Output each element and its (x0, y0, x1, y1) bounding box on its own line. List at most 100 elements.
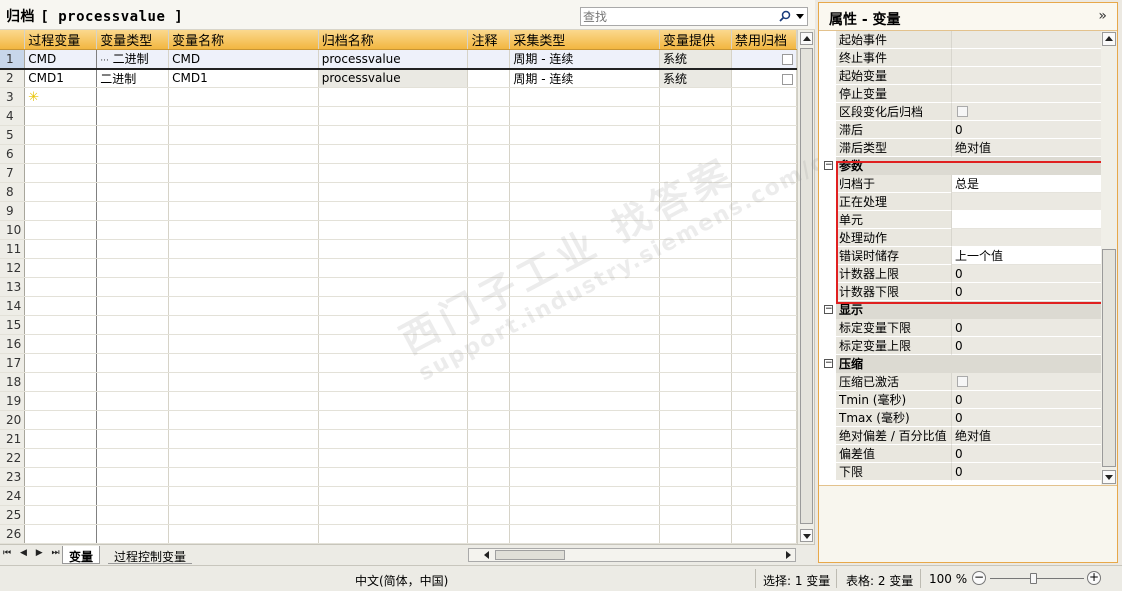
tab-nav-buttons[interactable]: ⏮ ◀ ▶ ⏭ (3, 548, 63, 558)
grid-cell[interactable] (168, 353, 319, 373)
property-row[interactable]: 终止事件 (819, 49, 1101, 67)
grid-cell[interactable] (659, 524, 732, 544)
disable-archive-checkbox[interactable] (782, 73, 793, 85)
table-row[interactable]: 13 (0, 277, 797, 297)
grid-cell[interactable] (659, 277, 732, 297)
cell-comment[interactable] (467, 68, 511, 88)
cell-var-type[interactable]: ··· 二进制 (96, 49, 170, 70)
grid-cell[interactable] (509, 410, 661, 430)
property-value[interactable]: 绝对值 (951, 139, 1101, 157)
property-row[interactable]: 正在处理 (819, 193, 1101, 211)
grid-cell[interactable] (509, 353, 661, 373)
collapse-icon[interactable]: − (824, 359, 833, 368)
grid-cell[interactable] (467, 106, 511, 126)
grid-cell[interactable] (659, 505, 732, 525)
grid-cell[interactable] (318, 448, 469, 468)
grid-cell[interactable] (731, 410, 797, 430)
tab-process-control-variables[interactable]: 过程控制变量 (108, 546, 193, 564)
grid-cell[interactable] (96, 372, 170, 392)
property-value[interactable]: 0 (951, 337, 1101, 355)
grid-cell[interactable] (731, 486, 797, 506)
row-number[interactable]: 17 (0, 353, 26, 373)
table-row[interactable]: 22 (0, 448, 797, 468)
grid-cell[interactable] (659, 486, 732, 506)
grid-cell[interactable] (731, 163, 797, 183)
grid-cell[interactable] (24, 296, 98, 316)
search-icon[interactable] (779, 10, 791, 22)
column-header[interactable]: 变量名称 (168, 30, 319, 50)
grid-cell[interactable] (659, 391, 732, 411)
table-row[interactable]: 21 (0, 429, 797, 449)
grid-cell[interactable] (24, 144, 98, 164)
table-row[interactable]: 6 (0, 144, 797, 164)
grid-cell[interactable] (168, 486, 319, 506)
grid-cell[interactable] (467, 334, 511, 354)
grid-cell[interactable] (24, 277, 98, 297)
grid-cell[interactable] (96, 144, 170, 164)
cell-provider[interactable]: 系统 (659, 49, 732, 70)
grid-cell[interactable] (318, 391, 469, 411)
grid-cell[interactable] (731, 334, 797, 354)
grid-cell[interactable] (168, 144, 319, 164)
table-row[interactable]: 4 (0, 106, 797, 126)
grid-cell[interactable] (659, 353, 732, 373)
property-value[interactable] (951, 103, 1101, 121)
row-number[interactable]: 16 (0, 334, 26, 354)
grid-cell[interactable] (659, 125, 732, 145)
grid-cell[interactable] (24, 391, 98, 411)
row-number[interactable]: 22 (0, 448, 26, 468)
table-row[interactable]: 24 (0, 486, 797, 506)
property-row[interactable]: 滞后 0 (819, 121, 1101, 139)
grid-cell[interactable] (731, 106, 797, 126)
grid-cell[interactable] (659, 182, 732, 202)
grid-cell[interactable] (168, 277, 319, 297)
property-value[interactable] (951, 49, 1101, 67)
scroll-down-button[interactable] (1102, 470, 1116, 484)
grid-cell[interactable] (168, 429, 319, 449)
property-checkbox[interactable] (957, 106, 968, 117)
row-number[interactable]: 7 (0, 163, 26, 183)
column-header[interactable]: 采集类型 (509, 30, 661, 50)
grid-cell[interactable] (168, 163, 319, 183)
grid-cell[interactable] (467, 239, 511, 259)
grid-cell[interactable] (467, 163, 511, 183)
grid-cell[interactable] (168, 372, 319, 392)
row-number[interactable]: 26 (0, 524, 26, 544)
grid-cell[interactable] (168, 410, 319, 430)
grid-cell[interactable] (509, 486, 661, 506)
cell-disable-archive[interactable] (731, 68, 797, 88)
row-number[interactable]: 1 (0, 49, 26, 70)
grid-cell[interactable] (96, 258, 170, 278)
property-row[interactable]: 下限 0 (819, 463, 1101, 481)
property-value[interactable] (951, 229, 1101, 247)
property-row[interactable]: 标定变量上限 0 (819, 337, 1101, 355)
property-value[interactable] (951, 211, 1101, 229)
grid-cell[interactable] (659, 429, 732, 449)
table-row[interactable]: 11 (0, 239, 797, 259)
asterisk-new-row-icon[interactable]: ✳ (28, 90, 39, 105)
grid-cell[interactable] (168, 239, 319, 259)
property-value[interactable]: 0 (951, 319, 1101, 337)
grid-cell[interactable] (509, 125, 661, 145)
property-row[interactable]: 停止变量 (819, 85, 1101, 103)
grid-cell[interactable] (318, 467, 469, 487)
grid-cell[interactable] (731, 315, 797, 335)
grid-cell[interactable] (24, 467, 98, 487)
collapse-icon[interactable]: − (824, 161, 833, 170)
cell-acq-type[interactable]: 周期 - 连续 (509, 68, 661, 88)
row-number[interactable]: 3 (0, 87, 26, 107)
row-number[interactable]: 20 (0, 410, 26, 430)
grid-cell[interactable] (731, 505, 797, 525)
scroll-thumb[interactable] (1102, 249, 1116, 467)
property-row[interactable]: 标定变量下限 0 (819, 319, 1101, 337)
property-value[interactable]: 0 (951, 283, 1101, 301)
disable-archive-checkbox[interactable] (782, 54, 793, 66)
grid-cell[interactable] (467, 182, 511, 202)
grid-cell[interactable] (509, 258, 661, 278)
cell-provider[interactable]: 系统 (659, 68, 732, 88)
grid-cell[interactable] (659, 220, 732, 240)
grid-cell[interactable] (731, 277, 797, 297)
cell-disable-archive[interactable] (731, 49, 797, 70)
table-row[interactable]: 1 CMD ··· 二进制 CMD processvalue 周期 - 连续 系… (0, 49, 797, 70)
property-row[interactable]: 压缩已激活 (819, 373, 1101, 391)
